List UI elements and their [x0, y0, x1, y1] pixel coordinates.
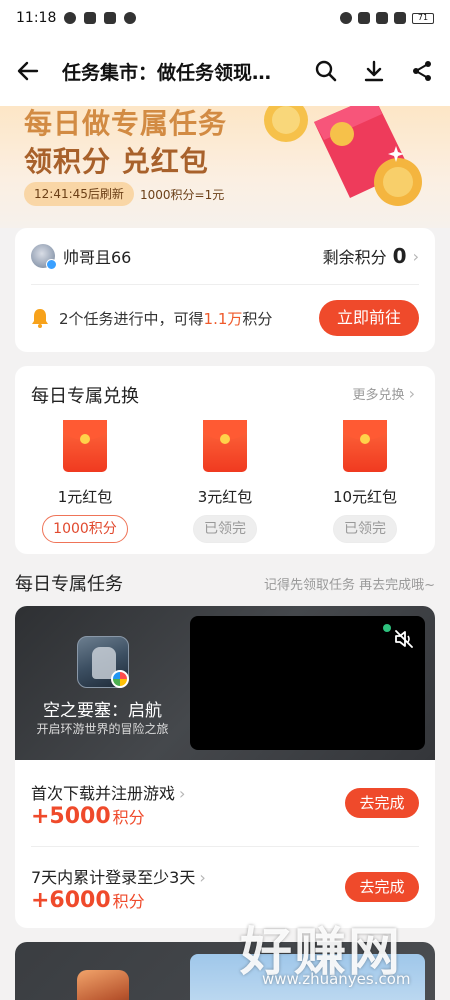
- game-task-card: 空之要塞：启航 开启环游世界的冒险之旅 首次下载并注册游戏 › +5000 积分 去…: [15, 606, 435, 928]
- game-video-player[interactable]: [190, 616, 425, 750]
- game-name: 空之要塞：启航: [43, 701, 162, 721]
- tasks-summary-suffix: 积分: [242, 309, 273, 328]
- colorful-app-icon: [124, 12, 137, 24]
- daily-tasks-title: 每日专属任务: [15, 574, 123, 595]
- chevron-right-icon: ›: [408, 384, 415, 403]
- chevron-right-icon: ›: [199, 868, 206, 887]
- chevron-right-icon: ›: [179, 784, 186, 803]
- sold-out-button: 已领完: [193, 515, 257, 543]
- item-name: 1元红包: [57, 488, 113, 506]
- exchange-item-3[interactable]: 10元红包 已领完: [295, 420, 435, 543]
- app-icon: [104, 12, 117, 24]
- user-points-card: 帅哥且66 剩余积分 0 › 2个任务进行中，可得1.1万积分 立即前往: [15, 228, 435, 352]
- game-description: 开启环游世界的冒险之旅: [36, 722, 169, 736]
- banner-subheadline: 领积分 兑红包: [24, 145, 209, 178]
- username: 帅哥且66: [63, 248, 132, 267]
- tasks-summary-prefix: 2个任务进行中，可得: [59, 309, 204, 328]
- task-item: 首次下载并注册游戏 › +5000 积分 去完成: [31, 774, 419, 844]
- points-label: 剩余积分: [322, 248, 387, 267]
- download-button[interactable]: [362, 59, 386, 83]
- item-name: 10元红包: [332, 488, 398, 506]
- divider: [31, 846, 419, 847]
- task-title-text: 首次下载并注册游戏: [31, 784, 176, 803]
- red-envelope-illustration: [264, 106, 422, 206]
- status-bar: 11:18 71: [0, 0, 450, 36]
- share-button[interactable]: [410, 59, 434, 83]
- search-icon: [315, 60, 337, 82]
- go-complete-button[interactable]: 去完成: [345, 788, 419, 818]
- task-reward-value: +6000: [31, 888, 111, 913]
- avatar[interactable]: [31, 244, 57, 270]
- sold-out-button: 已领完: [333, 515, 397, 543]
- points-value: 0: [392, 244, 407, 268]
- wechat-icon: [64, 12, 77, 24]
- task-reward-unit: 积分: [112, 892, 145, 911]
- task-title[interactable]: 首次下载并注册游戏 ›: [31, 780, 185, 804]
- video-logo-icon: [383, 624, 391, 632]
- remaining-points[interactable]: 剩余积分 0 ›: [323, 244, 419, 268]
- more-exchange-link[interactable]: 更多兑换 ›: [352, 384, 415, 403]
- task-reward: +5000 积分: [31, 804, 145, 829]
- back-button[interactable]: [16, 59, 40, 83]
- page-title: 任务集市：做任务领现…: [62, 61, 272, 84]
- daily-exchange-card: 每日专属兑换 更多兑换 › 1元红包 1000积分 3元红包 已领完 10元红包…: [15, 366, 435, 554]
- daily-tasks-hint: 记得先领取任务 再去完成哦~: [263, 577, 435, 593]
- redeem-button[interactable]: 1000积分: [42, 515, 128, 543]
- search-button[interactable]: [314, 59, 338, 83]
- exchange-item-2[interactable]: 3元红包 已领完: [155, 420, 295, 543]
- chevron-right-icon: ›: [412, 246, 419, 266]
- store-badge-icon: [111, 670, 129, 688]
- signal-icon: [394, 12, 406, 24]
- nav-bar: 任务集市：做任务领现…: [0, 36, 450, 106]
- watermark-url: www.zhuanyes.com: [262, 970, 411, 988]
- go-now-button[interactable]: 立即前往: [319, 300, 419, 336]
- game-banner[interactable]: 空之要塞：启航 开启环游世界的冒险之旅: [15, 606, 435, 760]
- battery-icon: 71: [412, 12, 434, 24]
- exchange-rate: 1000积分=1元: [140, 188, 225, 202]
- status-time: 11:18: [16, 10, 57, 26]
- refresh-countdown: 12:41:45后刷新: [24, 182, 134, 206]
- red-envelope-icon: [343, 420, 387, 472]
- mute-status-icon: [358, 12, 370, 24]
- task-title[interactable]: 7天内累计登录至少3天 ›: [31, 864, 206, 888]
- alarm-icon: [340, 12, 352, 24]
- share-icon: [413, 61, 431, 81]
- exchange-item-1[interactable]: 1元红包 1000积分: [15, 420, 155, 543]
- task-reward-value: +5000: [31, 804, 111, 829]
- task-title-text: 7天内累计登录至少3天: [31, 868, 196, 887]
- more-exchange-label: 更多兑换: [352, 388, 405, 403]
- tasks-summary-highlight: 1.1万: [203, 309, 243, 328]
- mute-icon[interactable]: [393, 628, 415, 650]
- task-reward: +6000 积分: [31, 888, 145, 913]
- red-envelope-icon: [203, 420, 247, 472]
- divider: [31, 284, 419, 285]
- tasks-summary: 2个任务进行中，可得1.1万积分: [59, 308, 272, 329]
- item-name: 3元红包: [197, 488, 253, 506]
- banner-headline: 每日做专属任务: [24, 107, 228, 140]
- bell-icon: [32, 309, 48, 328]
- next-game-app-icon: [77, 970, 129, 1000]
- daily-tasks-header: 每日专属任务 记得先领取任务 再去完成哦~: [15, 568, 435, 598]
- download-icon: [364, 60, 384, 82]
- go-complete-button[interactable]: 去完成: [345, 872, 419, 902]
- back-arrow-icon: [17, 61, 39, 81]
- qq-icon: [84, 12, 97, 24]
- hd-icon: [376, 12, 388, 24]
- task-reward-unit: 积分: [112, 808, 145, 827]
- exchange-title: 每日专属兑换: [31, 386, 139, 407]
- red-envelope-icon: [63, 420, 107, 472]
- promo-banner: 每日做专属任务 领积分 兑红包 12:41:45后刷新 1000积分=1元: [0, 106, 450, 228]
